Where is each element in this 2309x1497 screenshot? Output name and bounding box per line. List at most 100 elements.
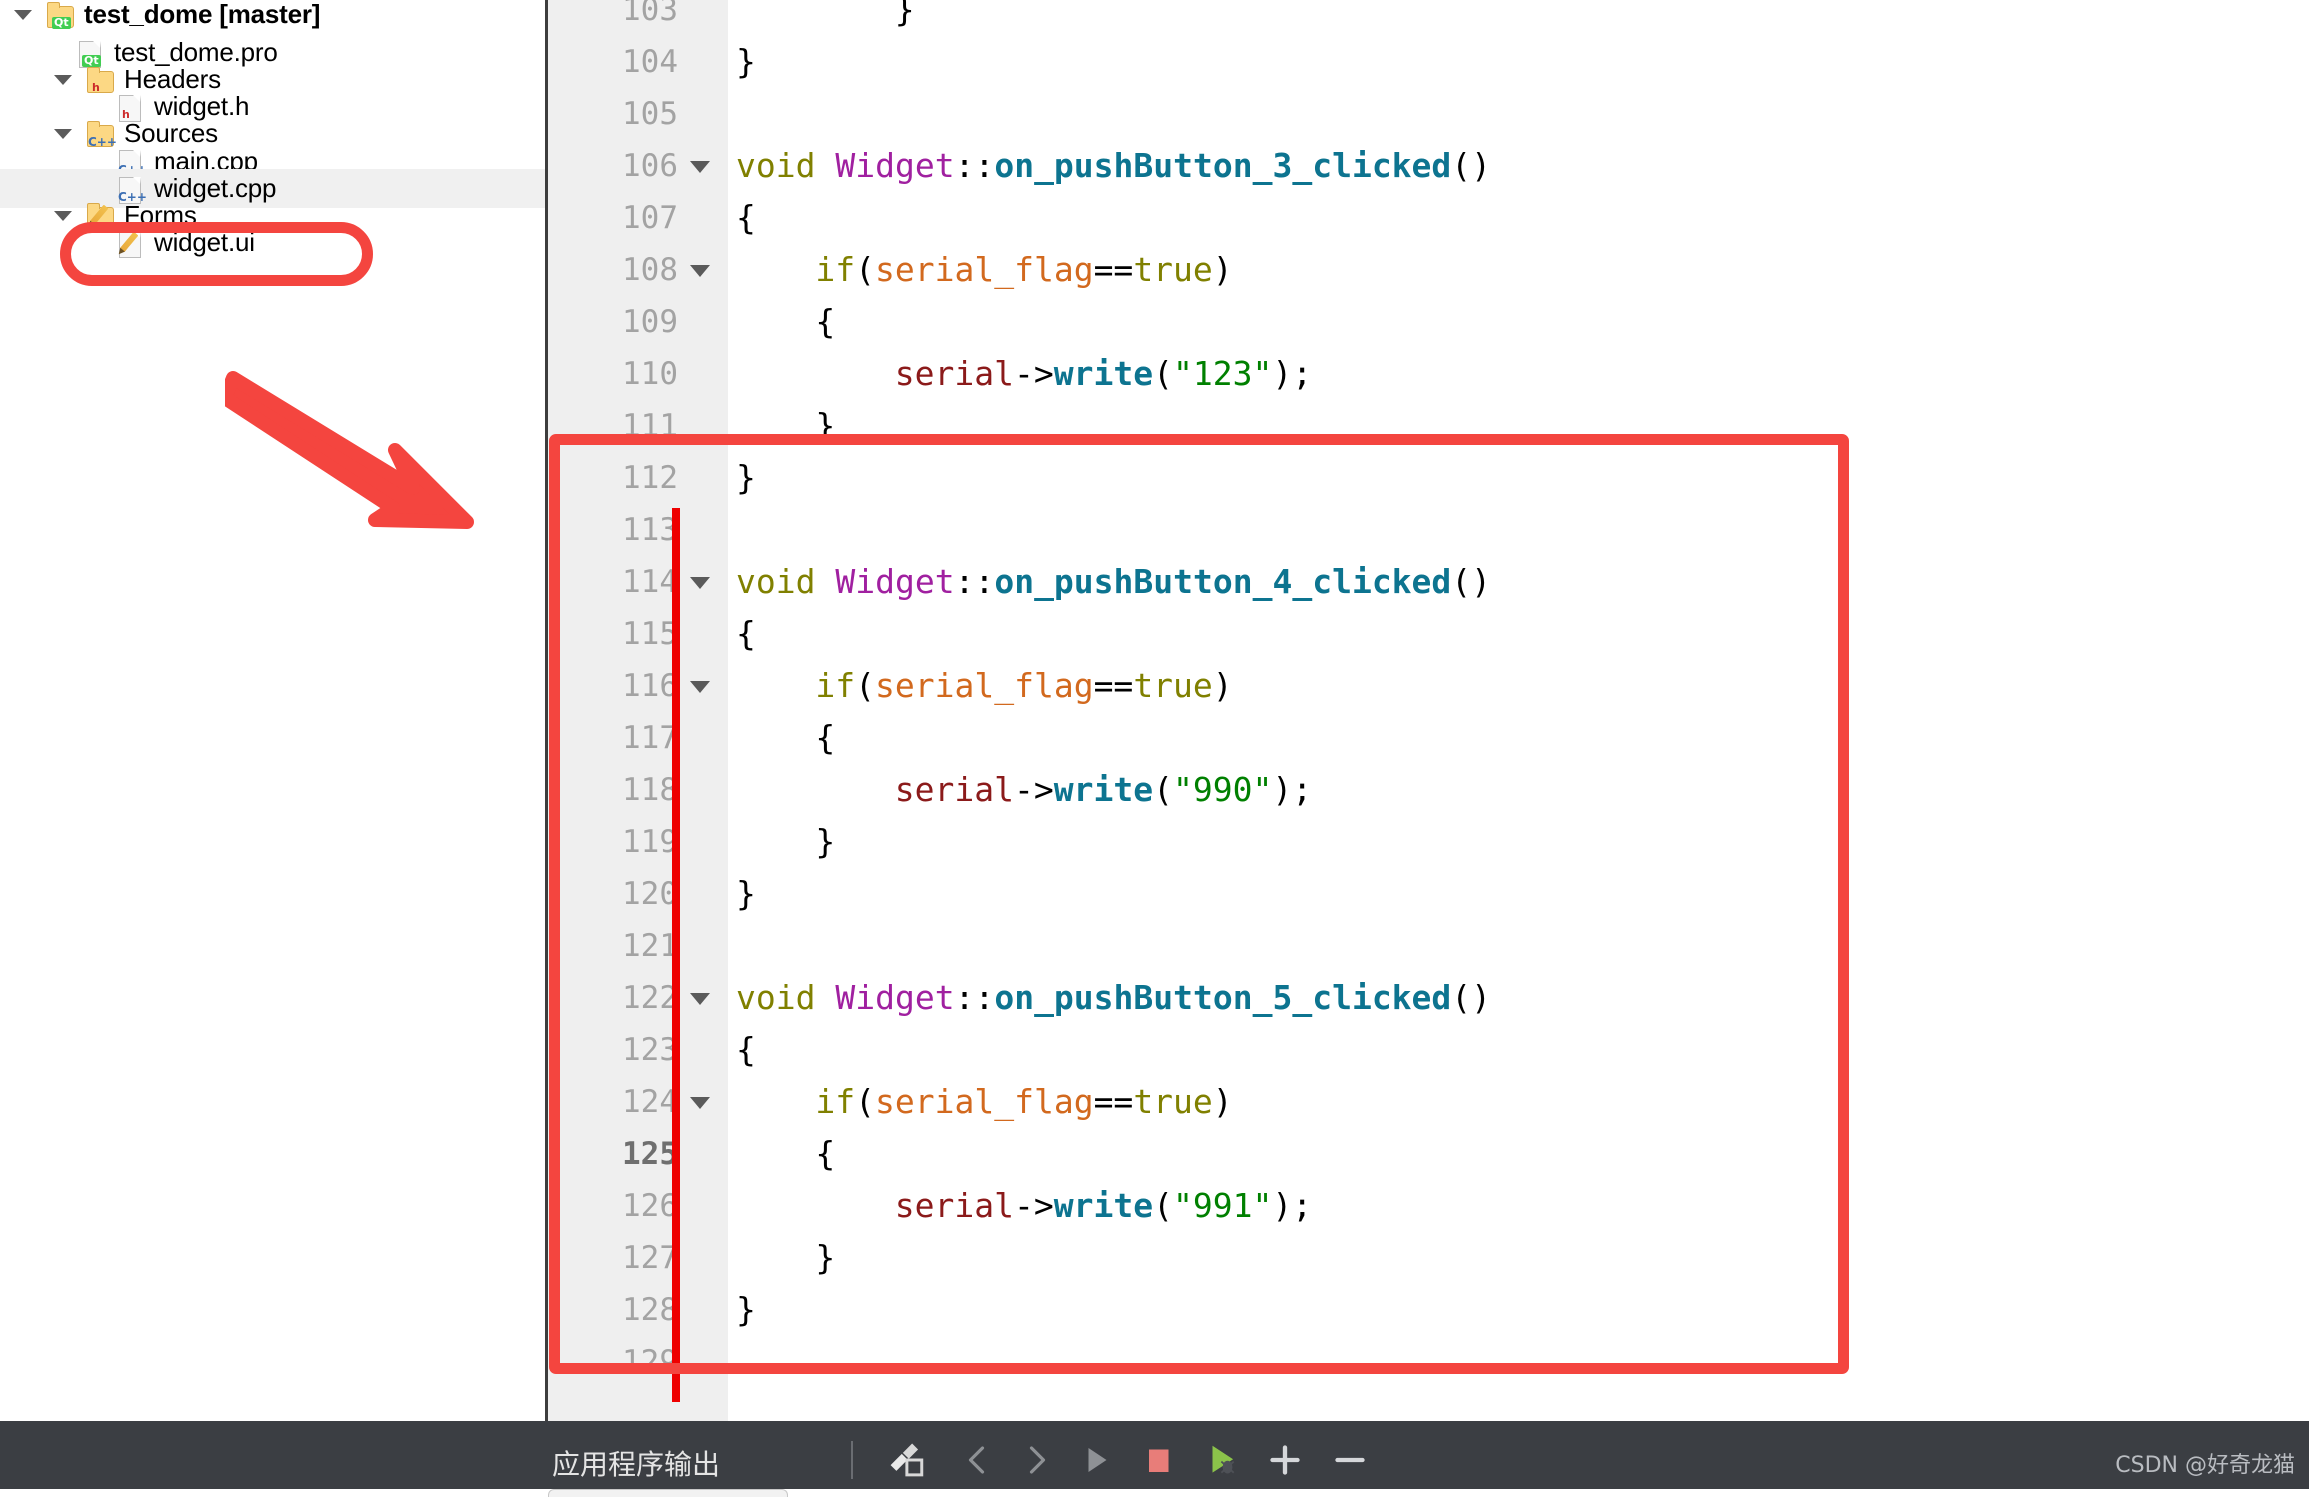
code-line[interactable]: serial->write("123");	[895, 348, 1312, 400]
line-number: 110	[622, 356, 678, 392]
code-token: }	[736, 1290, 756, 1329]
code-line[interactable]: {	[736, 608, 756, 660]
line-number: 119	[622, 824, 678, 860]
tree-expander-placeholder	[94, 161, 116, 162]
code-token: );	[1272, 354, 1313, 393]
code-token: on_pushButton_3_clicked	[994, 146, 1452, 185]
output-pane-toolbar[interactable]: 应用程序输出 CSDN @好奇龙猫	[0, 1421, 2309, 1497]
code-token: (	[855, 250, 876, 289]
code-line[interactable]: }	[895, 0, 915, 36]
line-number: 116	[622, 668, 678, 704]
code-token: Widget	[835, 978, 955, 1017]
code-token: ==	[1093, 250, 1134, 289]
previous-item-button[interactable]	[960, 1439, 996, 1481]
zoom-out-button[interactable]	[1330, 1439, 1370, 1481]
code-token: void	[736, 978, 816, 1017]
code-token: serial	[894, 354, 1015, 393]
code-token: serial	[894, 1186, 1015, 1225]
project-tree[interactable]: Qt test_dome [master] Qt test_dome.pro h Head…	[0, 0, 545, 1421]
code-token: Widget	[835, 562, 955, 601]
code-token: {	[736, 614, 756, 653]
code-token: write	[1053, 770, 1154, 809]
code-line[interactable]: }	[815, 816, 835, 868]
code-token: write	[1053, 1186, 1154, 1225]
code-line[interactable]: if(serial_flag==true)	[815, 660, 1232, 712]
code-line[interactable]: }	[815, 400, 835, 452]
code-line[interactable]: {	[815, 712, 835, 764]
code-line[interactable]: void Widget::on_pushButton_3_clicked()	[736, 140, 1491, 192]
line-number: 109	[622, 304, 678, 340]
chevron-down-icon[interactable]	[54, 74, 72, 85]
line-number: 127	[622, 1240, 678, 1276]
code-token: (	[855, 666, 876, 705]
code-line[interactable]: }	[736, 452, 756, 504]
code-line[interactable]: if(serial_flag==true)	[815, 244, 1232, 296]
tree-expander-placeholder	[94, 106, 116, 107]
code-line[interactable]: serial->write("990");	[895, 764, 1312, 816]
code-token: ->	[1014, 770, 1054, 809]
chevron-down-icon[interactable]	[54, 210, 72, 221]
code-line[interactable]: {	[815, 296, 835, 348]
code-token: on_pushButton_4_clicked	[994, 562, 1452, 601]
chevron-down-icon[interactable]	[14, 9, 32, 20]
code-token: serial	[894, 770, 1015, 809]
code-token: }	[815, 1238, 836, 1277]
code-token: (	[855, 1082, 876, 1121]
code-token: if	[815, 250, 856, 289]
line-number: 124	[622, 1084, 678, 1120]
code-token: true	[1133, 1082, 1213, 1121]
code-token: ()	[1451, 562, 1492, 601]
code-editor[interactable]	[545, 0, 2309, 1421]
code-line[interactable]: void Widget::on_pushButton_4_clicked()	[736, 556, 1491, 608]
stop-button[interactable]	[1140, 1439, 1176, 1481]
code-token: {	[815, 1134, 836, 1173]
code-token: }	[736, 42, 756, 81]
tree-item-test-dome-master-[interactable]: Qt test_dome [master]	[0, 0, 545, 34]
code-token: true	[1133, 250, 1213, 289]
code-token: void	[736, 146, 816, 185]
bottom-strip	[0, 1489, 2309, 1497]
code-line[interactable]: {	[815, 1128, 835, 1180]
output-pane-title: 应用程序输出	[552, 1448, 721, 1481]
code-line[interactable]: {	[736, 192, 756, 244]
code-token: (	[1153, 1186, 1173, 1225]
code-token: }	[815, 822, 836, 861]
code-token: if	[815, 666, 856, 705]
line-number: 122	[622, 980, 678, 1016]
code-line[interactable]: }	[815, 1232, 835, 1284]
fold-toggle-icon[interactable]	[690, 681, 710, 693]
clear-output-button[interactable]	[884, 1439, 928, 1481]
code-token: ==	[1093, 666, 1134, 705]
zoom-in-button[interactable]	[1265, 1439, 1305, 1481]
fold-toggle-icon[interactable]	[690, 993, 710, 1005]
code-line[interactable]: if(serial_flag==true)	[815, 1076, 1232, 1128]
code-token: {	[736, 1030, 756, 1069]
fold-toggle-icon[interactable]	[690, 265, 710, 277]
line-number: 128	[622, 1292, 678, 1328]
line-number: 105	[622, 96, 678, 132]
code-token: true	[1133, 666, 1213, 705]
code-line[interactable]: void Widget::on_pushButton_5_clicked()	[736, 972, 1491, 1024]
code-line[interactable]: }	[736, 1284, 756, 1336]
code-token: if	[815, 1082, 856, 1121]
code-token: serial_flag	[875, 666, 1094, 705]
debug-button[interactable]	[1203, 1439, 1241, 1481]
code-token: ::	[954, 562, 995, 601]
code-token: ->	[1014, 1186, 1054, 1225]
chevron-down-icon[interactable]	[54, 128, 72, 139]
code-line[interactable]: }	[736, 36, 756, 88]
output-tab-nub[interactable]	[548, 1489, 788, 1497]
fold-toggle-icon[interactable]	[690, 161, 710, 173]
next-item-button[interactable]	[1018, 1439, 1054, 1481]
code-token: {	[736, 198, 756, 237]
code-line[interactable]: serial->write("991");	[895, 1180, 1312, 1232]
line-number: 104	[622, 44, 678, 80]
run-button[interactable]	[1078, 1439, 1114, 1481]
code-line[interactable]: }	[736, 868, 756, 920]
annotation-arrow-icon	[225, 371, 474, 529]
line-number: 106	[622, 148, 678, 184]
fold-toggle-icon[interactable]	[690, 577, 710, 589]
fold-toggle-icon[interactable]	[690, 1097, 710, 1109]
code-line[interactable]: {	[736, 1024, 756, 1076]
